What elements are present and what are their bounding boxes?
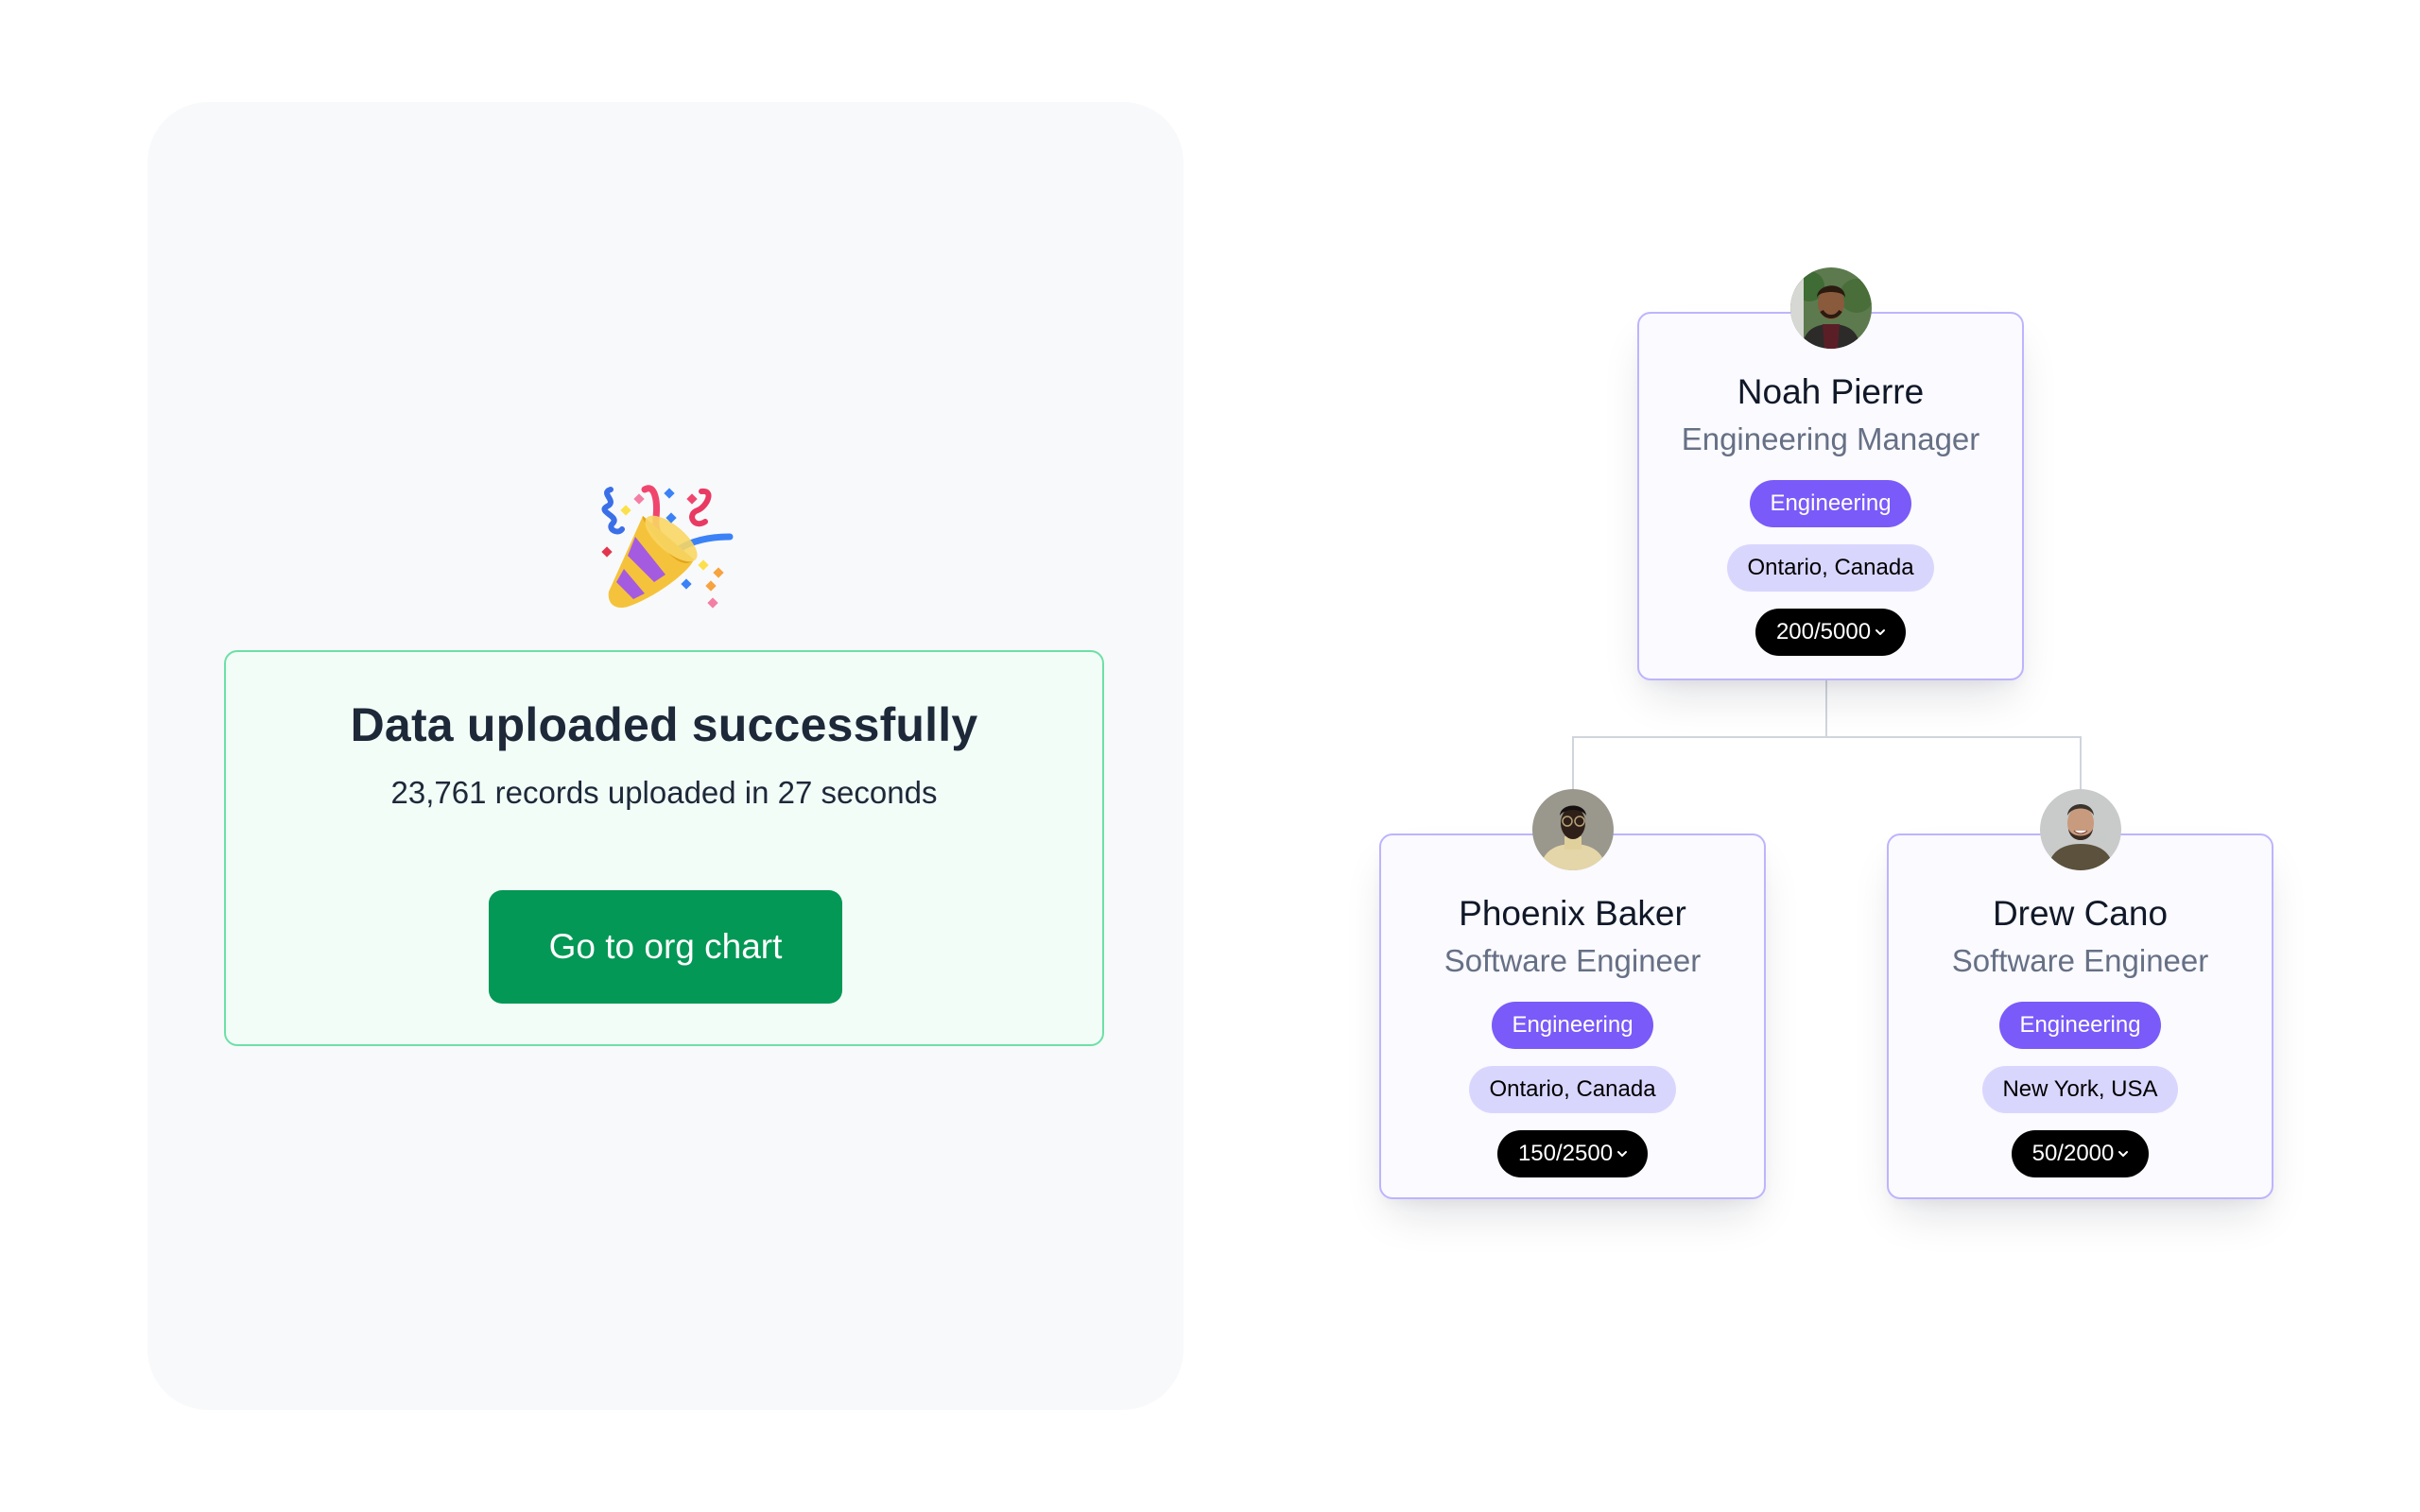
location-badge: Ontario, Canada	[1727, 544, 1934, 592]
connector-line	[1572, 736, 2082, 738]
headcount-dropdown[interactable]: 150/2500	[1496, 1130, 1649, 1177]
employee-name: Noah Pierre	[1737, 372, 1925, 411]
chevron-down-icon	[1876, 629, 1886, 635]
employee-name: Phoenix Baker	[1459, 894, 1686, 933]
success-title: Data uploaded successfully	[350, 698, 978, 751]
upload-panel: Data uploaded successfully 23,761 record…	[147, 102, 1184, 1410]
headcount-dropdown[interactable]: 50/2000	[2011, 1130, 2150, 1177]
headcount-value: 50/2000	[2031, 1141, 2115, 1166]
connector-line	[1572, 736, 1574, 789]
chevron-down-icon	[2118, 1151, 2129, 1157]
avatar	[1531, 789, 1614, 870]
headcount-dropdown[interactable]: 200/5000	[1754, 609, 1907, 656]
location-badge: Ontario, Canada	[1469, 1066, 1676, 1113]
employee-name: Drew Cano	[1992, 894, 2169, 933]
avatar	[1789, 267, 1872, 349]
employee-role: Software Engineer	[1951, 943, 2209, 978]
success-subtitle: 23,761 records uploaded in 27 seconds	[390, 775, 938, 810]
connector-line	[1825, 680, 1827, 738]
headcount-value: 200/5000	[1775, 619, 1872, 644]
go-to-org-chart-button[interactable]: Go to org chart	[489, 890, 842, 1004]
department-badge: Engineering	[1999, 1002, 2161, 1049]
avatar	[2039, 789, 2121, 870]
chevron-down-icon	[1617, 1151, 1628, 1157]
employee-role: Engineering Manager	[1681, 421, 1980, 456]
upload-success-message: Data uploaded successfully 23,761 record…	[224, 650, 1104, 1046]
headcount-value: 150/2500	[1517, 1141, 1614, 1166]
org-card-manager[interactable]: Noah Pierre Engineering Manager Engineer…	[1637, 267, 2024, 680]
party-popper-icon	[596, 480, 735, 620]
location-badge: New York, USA	[1982, 1066, 2178, 1113]
department-badge: Engineering	[1750, 480, 1911, 527]
department-badge: Engineering	[1492, 1002, 1653, 1049]
org-card-report[interactable]: Drew Cano Software Engineer Engineering …	[1887, 789, 2273, 1199]
connector-line	[2080, 736, 2082, 789]
org-card-report[interactable]: Phoenix Baker Software Engineer Engineer…	[1379, 789, 1766, 1199]
employee-role: Software Engineer	[1443, 943, 1702, 978]
